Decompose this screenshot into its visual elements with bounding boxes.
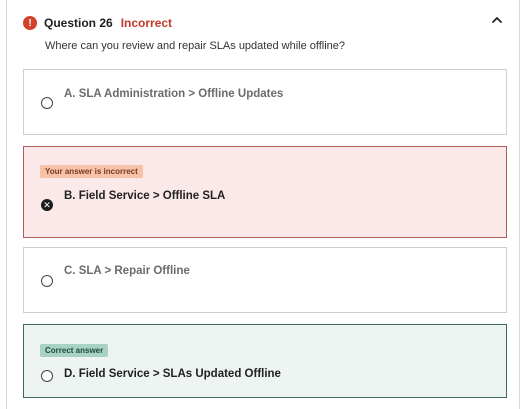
answer-option-d[interactable]: Correct answer D. Field Service > SLAs U… bbox=[23, 324, 507, 398]
option-label-c: C. SLA > Repair Offline bbox=[64, 265, 190, 277]
question-card: ! Question 26 Incorrect Where can you re… bbox=[6, 0, 520, 409]
result-status: Incorrect bbox=[120, 16, 173, 30]
question-header: ! Question 26 Incorrect bbox=[23, 13, 172, 33]
option-label-d: D. Field Service > SLAs Updated Offline bbox=[64, 368, 281, 380]
incorrect-answer-badge: Your answer is incorrect bbox=[40, 165, 143, 178]
question-prompt: Where can you review and repair SLAs upd… bbox=[45, 40, 346, 52]
correct-answer-badge: Correct answer bbox=[40, 344, 109, 357]
answer-option-c[interactable]: C. SLA > Repair Offline bbox=[23, 247, 507, 313]
chevron-up-icon[interactable] bbox=[491, 14, 503, 26]
option-label-a: A. SLA Administration > Offline Updates bbox=[64, 88, 284, 100]
option-label-b: B. Field Service > Offline SLA bbox=[64, 190, 226, 202]
radio-button-a[interactable] bbox=[41, 97, 53, 109]
radio-button-c[interactable] bbox=[41, 275, 53, 287]
exclamation-icon: ! bbox=[23, 16, 37, 30]
radio-button-d[interactable] bbox=[41, 370, 53, 382]
answer-option-b[interactable]: Your answer is incorrect ✕ B. Field Serv… bbox=[23, 146, 507, 238]
question-number: Question 26 bbox=[44, 16, 113, 30]
x-circle-icon[interactable]: ✕ bbox=[41, 199, 53, 211]
answer-option-a[interactable]: A. SLA Administration > Offline Updates bbox=[23, 69, 507, 135]
